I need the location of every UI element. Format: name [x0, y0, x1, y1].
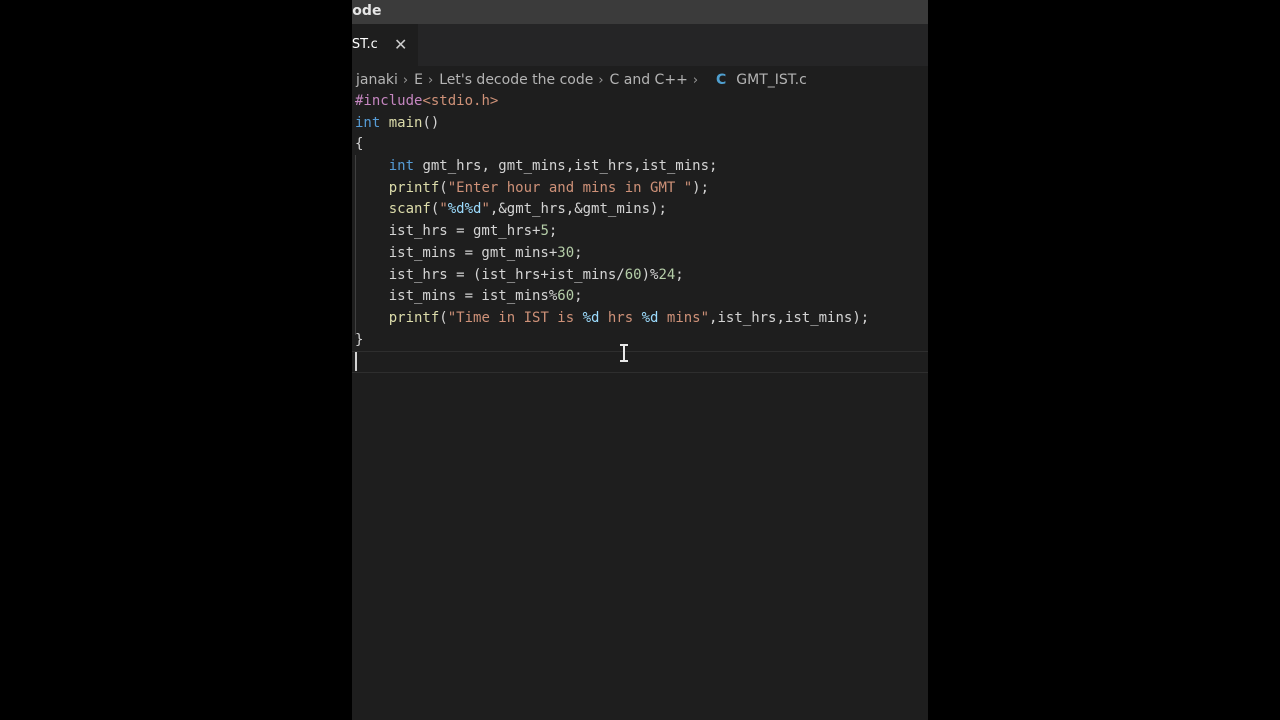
- code-token: hrs: [599, 309, 642, 326]
- code-token: ist_mins = gmt_mins+: [355, 244, 558, 261]
- code-token: ist_hrs = (ist_hrs+ist_mins/: [355, 266, 625, 283]
- tab-bar: IST.c ✕: [352, 24, 928, 66]
- code-token: ;: [574, 288, 583, 305]
- code-line[interactable]: #include<stdio.h>: [352, 91, 928, 113]
- ibeam-cursor-icon: [620, 344, 628, 362]
- code-token: (: [439, 179, 448, 196]
- code-token: ;: [548, 223, 558, 240]
- breadcrumb-item-subfolder[interactable]: C and C++: [610, 72, 688, 88]
- code-token: printf: [388, 309, 440, 326]
- code-line[interactable]: {: [352, 134, 928, 156]
- code-line[interactable]: ist_mins = gmt_mins+30;: [352, 243, 928, 265]
- code-line[interactable]: int gmt_hrs, gmt_mins,ist_hrs,ist_mins;: [352, 156, 928, 178]
- breadcrumb-item-folder[interactable]: Let's decode the code: [439, 72, 593, 88]
- editor-window: code IST.c ✕ janaki › E › Let's decode t…: [352, 0, 928, 720]
- code-token: "Time in IST is: [447, 309, 583, 326]
- code-token: int: [388, 158, 415, 175]
- tab-label: IST.c: [352, 37, 378, 52]
- code-token: %d: [582, 309, 600, 326]
- code-token: 30: [557, 244, 575, 261]
- code-line[interactable]: ist_hrs = gmt_hrs+5;: [352, 221, 928, 243]
- code-token: ;: [675, 266, 684, 283]
- code-token: 60: [557, 288, 575, 305]
- code-line[interactable]: int main(): [352, 113, 928, 135]
- code-token: }: [355, 331, 364, 348]
- window-title: code: [352, 3, 382, 19]
- code-token: (: [439, 309, 448, 326]
- code-token: scanf: [388, 201, 431, 218]
- code-token: )%: [641, 266, 659, 283]
- code-token: );: [692, 179, 710, 196]
- code-line[interactable]: ist_mins = ist_mins%60;: [352, 286, 928, 308]
- code-line[interactable]: scanf("%d%d",&gmt_hrs,&gmt_mins);: [352, 199, 928, 221]
- chevron-right-icon: ›: [598, 72, 604, 88]
- code-token: ": [439, 201, 448, 218]
- chevron-right-icon: ›: [427, 72, 434, 88]
- tab-gmt-ist[interactable]: IST.c ✕: [352, 24, 418, 66]
- breadcrumb: janaki › E › Let's decode the code › C a…: [356, 70, 807, 90]
- code-line[interactable]: [352, 351, 928, 373]
- code-token: ist_hrs = gmt_hrs+: [355, 223, 541, 240]
- code-token: ;: [574, 244, 583, 261]
- code-token: ": [481, 201, 490, 218]
- code-editor[interactable]: #include<stdio.h> int main(){ int gmt_hrs…: [352, 91, 928, 373]
- breadcrumb-file[interactable]: GMT_IST.c: [736, 72, 807, 88]
- code-token: {: [355, 136, 364, 153]
- code-token: int: [355, 114, 381, 131]
- code-line[interactable]: ist_hrs = (ist_hrs+ist_mins/60)%24;: [352, 265, 928, 287]
- chevron-right-icon: ›: [402, 72, 409, 88]
- code-token: %d%d: [447, 201, 482, 218]
- code-token: %d: [641, 309, 659, 326]
- breadcrumb-item-e[interactable]: E: [414, 72, 423, 88]
- title-bar: code: [352, 0, 928, 24]
- code-token: 5: [540, 223, 549, 240]
- indent-guide: [355, 155, 356, 335]
- close-icon[interactable]: ✕: [394, 35, 407, 55]
- code-line[interactable]: }: [352, 330, 928, 352]
- code-token: gmt_hrs, gmt_mins,ist_hrs,ist_mins;: [414, 158, 718, 175]
- code-token: #include: [355, 93, 423, 109]
- code-token: ,&gmt_hrs,&gmt_mins);: [489, 201, 667, 218]
- code-token: ,ist_hrs,ist_mins);: [709, 309, 870, 326]
- breadcrumb-item-janaki[interactable]: janaki: [356, 72, 398, 88]
- code-token: "Enter hour and mins in GMT ": [447, 179, 693, 196]
- code-token: main: [388, 114, 423, 131]
- code-token: ist_mins = ist_mins%: [355, 288, 558, 305]
- code-line[interactable]: printf("Time in IST is %d hrs %d mins",i…: [352, 308, 928, 330]
- code-token: <stdio.h>: [422, 93, 499, 109]
- chevron-right-icon: ›: [692, 72, 699, 88]
- code-token: (): [422, 114, 440, 131]
- code-line[interactable]: printf("Enter hour and mins in GMT ");: [352, 178, 928, 200]
- code-token: mins": [658, 309, 710, 326]
- code-token: printf: [388, 179, 440, 196]
- code-token: 24: [658, 266, 676, 283]
- code-token: 60: [624, 266, 642, 283]
- c-file-icon: C: [716, 72, 727, 88]
- text-cursor: [355, 352, 357, 371]
